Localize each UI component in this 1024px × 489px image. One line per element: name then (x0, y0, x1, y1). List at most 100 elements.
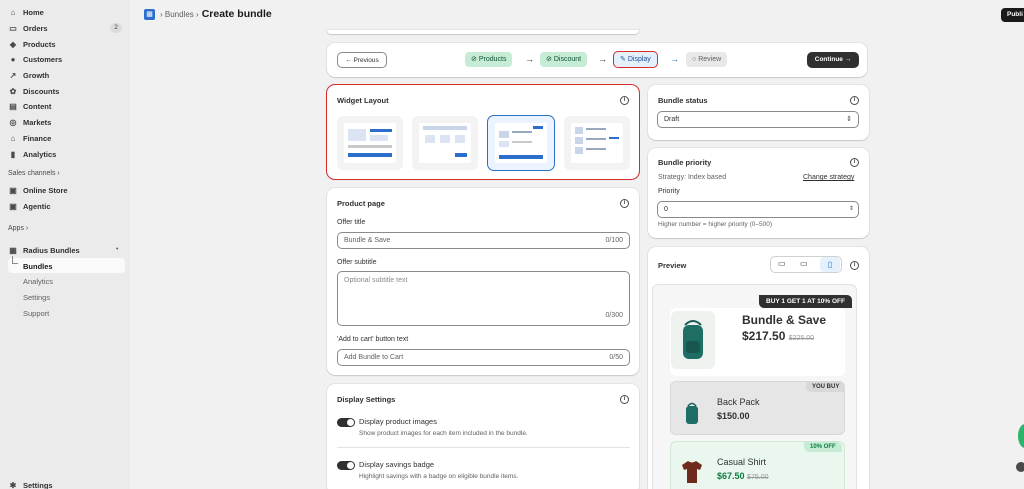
sidebar-item-online-store[interactable]: ▣ Online Store (8, 183, 67, 197)
sidebar-item-agentic[interactable]: ▣ Agentic (8, 199, 50, 213)
sidebar-sub-support[interactable]: Support (23, 309, 49, 318)
tablet-icon[interactable]: ▭ (800, 259, 808, 268)
item-price: $67.50 $75.00 (717, 471, 769, 481)
item-name: Back Pack (717, 397, 760, 407)
top-card-edge (327, 30, 639, 34)
sidebar-item-content[interactable]: ▤ Content (8, 99, 51, 113)
shirt-icon (682, 461, 702, 483)
layout-option-1[interactable] (337, 116, 403, 170)
page-title: Create bundle (201, 8, 272, 20)
select-chevron-icon: ⇕ (846, 116, 852, 123)
sidebar-sub-analytics[interactable]: Analytics (23, 277, 53, 286)
layout-option-4[interactable] (564, 116, 630, 170)
toggle-help: Highlight savings with a badge on eligib… (359, 473, 519, 480)
chart-icon: ▮ (10, 149, 16, 159)
item-name: Casual Shirt (717, 457, 767, 467)
tree-connector-icon (12, 256, 18, 264)
change-strategy-link[interactable]: Change strategy (803, 174, 854, 181)
continue-button[interactable]: Continue → (807, 52, 859, 68)
sales-channels-heading[interactable]: Sales channels › (8, 170, 60, 177)
home-icon: ⌂ (10, 7, 16, 17)
breadcrumb[interactable]: Bundles (165, 10, 194, 19)
backpack-icon (683, 320, 703, 359)
sidebar-item-settings[interactable]: ✱ Settings (8, 478, 53, 489)
chat-bubble-icon[interactable] (1018, 424, 1024, 448)
step-display[interactable]: ✎ Display (613, 51, 658, 68)
offer-badge: BUY 1 GET 1 AT 10% OFF (759, 295, 852, 308)
bundle-status-title: Bundle status (658, 96, 708, 105)
sidebar-item-analytics[interactable]: ▮ Analytics (8, 147, 57, 161)
sidebar-item-orders[interactable]: ▭ Orders (8, 21, 47, 35)
layout-option-2[interactable] (412, 116, 478, 170)
sidebar-sub-bundles[interactable]: Bundles (23, 262, 53, 271)
arrow-right-icon: → (598, 54, 607, 64)
offer-subtitle-textarea[interactable]: Optional subtitle text 0/300 (337, 271, 630, 326)
offer-title-input[interactable]: Bundle & Save 0/100 (337, 232, 630, 249)
char-count: 0/50 (609, 354, 623, 361)
info-icon[interactable]: i (620, 395, 629, 404)
layout-thumbnail (495, 123, 547, 163)
sidebar: ⌂ Home ▭ Orders 2 ◆ Products ● Customers ↗ Gr… (0, 0, 130, 489)
sidebar-sub-settings[interactable]: Settings (23, 293, 50, 302)
info-icon[interactable]: i (620, 199, 629, 208)
step-discount[interactable]: ⊘ Discount (540, 52, 588, 67)
previous-button[interactable]: ← Previous (337, 52, 387, 68)
layout-thumbnail (419, 123, 471, 163)
bundle-priority-title: Bundle priority (658, 158, 712, 167)
stepper-icon[interactable]: ⇕ (849, 202, 854, 217)
orders-count-badge: 2 (110, 23, 122, 33)
divider (337, 447, 630, 448)
info-icon[interactable]: i (850, 158, 859, 167)
priority-label: Priority (658, 188, 680, 195)
sidebar-item-radius-bundles[interactable]: ▦ Radius Bundles (8, 243, 79, 257)
desktop-icon[interactable]: ▭ (778, 259, 786, 268)
step-products[interactable]: ⊘ Products (465, 52, 513, 67)
toggle-savings-badge[interactable] (337, 461, 355, 470)
layout-option-3[interactable] (487, 115, 555, 171)
offer-title-label: Offer title (337, 219, 366, 226)
help-icon[interactable] (1016, 462, 1024, 472)
bundle-price: $217.50 $225.00 (742, 329, 815, 343)
item-price: $150.00 (717, 411, 750, 421)
sidebar-item-markets[interactable]: ◎ Markets (8, 115, 52, 129)
publish-button[interactable]: Publi (1001, 8, 1024, 22)
content-icon: ▤ (9, 101, 17, 111)
layout-thumbnail (344, 123, 396, 163)
bundle-image (671, 311, 715, 369)
agentic-icon: ▣ (9, 201, 17, 211)
backpack-icon (686, 402, 698, 424)
sidebar-item-home[interactable]: ⌂ Home (8, 5, 44, 19)
info-icon[interactable]: i (850, 96, 859, 105)
sidebar-item-discounts[interactable]: ✿ Discounts (8, 84, 60, 98)
sidebar-item-products[interactable]: ◆ Products (8, 37, 56, 51)
info-icon[interactable]: i (850, 261, 859, 270)
char-count: 0/100 (605, 237, 623, 244)
compare-price: $225.00 (788, 335, 815, 342)
apps-heading[interactable]: Apps › (8, 225, 28, 232)
cart-button-input[interactable]: Add Bundle to Cart 0/50 (337, 349, 630, 366)
toggle-label: Display savings badge (359, 460, 435, 469)
discount-icon: ✿ (9, 86, 17, 96)
info-icon[interactable]: i (620, 96, 629, 105)
mobile-icon[interactable]: ▯ (820, 257, 840, 272)
display-settings-title: Display Settings (337, 395, 396, 404)
compare-price: $75.00 (747, 474, 769, 481)
app-icon: ▦ (144, 8, 155, 20)
priority-help: Higher number = higher priority (0–500) (658, 221, 772, 228)
sidebar-item-growth[interactable]: ↗ Growth (8, 68, 50, 82)
more-dots-icon[interactable]: • (116, 246, 118, 253)
bundle-title: Bundle & Save (742, 313, 827, 327)
sidebar-item-finance[interactable]: ⌂ Finance (8, 131, 52, 145)
step-review[interactable]: ○ Review (686, 52, 728, 67)
toggle-product-images[interactable] (337, 418, 355, 427)
priority-input[interactable]: 0 ⇕ (657, 201, 859, 218)
sidebar-item-customers[interactable]: ● Customers (8, 52, 63, 66)
cart-button-label: 'Add to cart' button text (337, 336, 409, 343)
item-image (680, 458, 704, 484)
preview-title: Preview (658, 261, 687, 270)
toggle-label: Display product images (359, 417, 437, 426)
status-select[interactable]: Draft ⇕ (657, 111, 859, 128)
inbox-icon: ▭ (9, 23, 17, 33)
growth-icon: ↗ (9, 70, 17, 80)
circle-icon: ○ (692, 56, 697, 63)
